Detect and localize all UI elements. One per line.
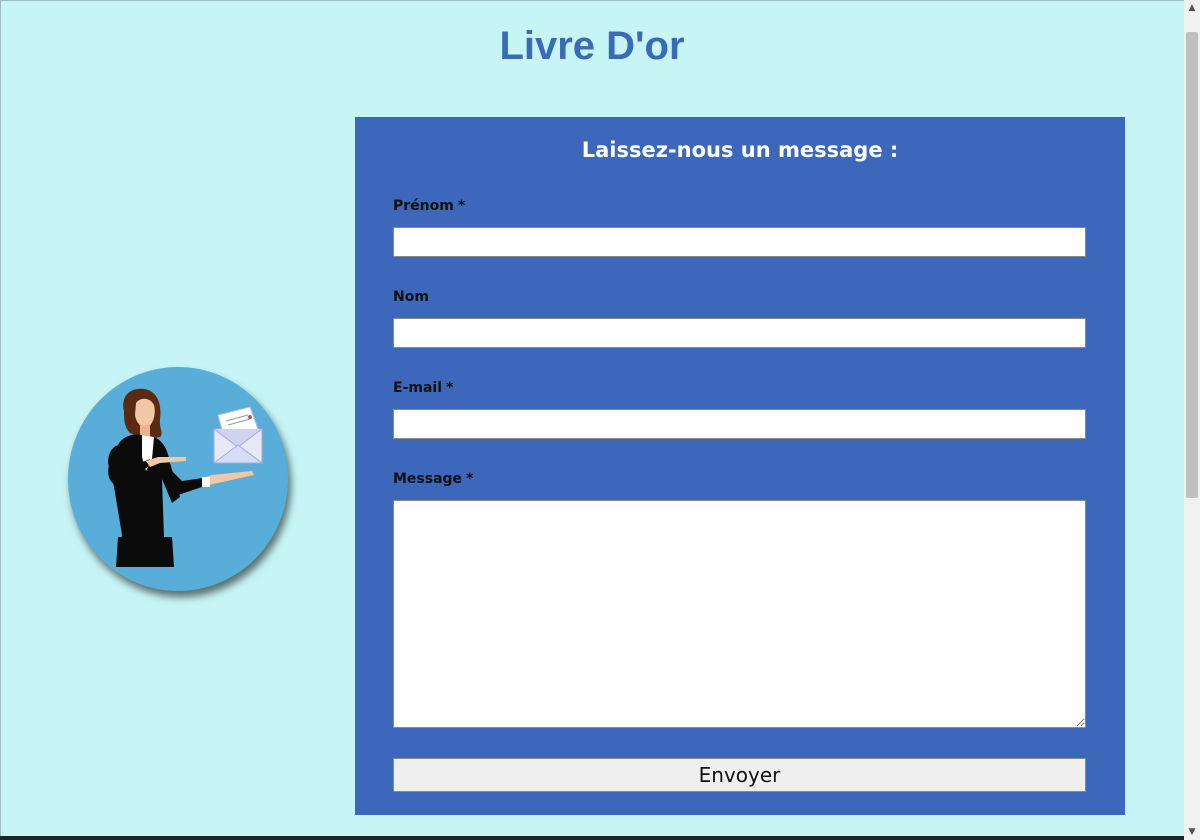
window-bottom-edge: [0, 836, 1184, 840]
firstname-input[interactable]: [393, 227, 1086, 257]
guestbook-form: Laissez-nous un message : Prénom * Nom E-…: [355, 117, 1125, 815]
message-label: Message *: [393, 470, 473, 488]
message-label-text: Message: [393, 471, 463, 487]
firstname-label: Prénom *: [393, 197, 465, 215]
illustration-graphic: [108, 388, 264, 567]
email-label: E-mail *: [393, 379, 453, 397]
form-heading: Laissez-nous un message :: [581, 138, 899, 162]
required-marker: *: [466, 471, 474, 487]
email-label-text: E-mail: [393, 380, 443, 396]
scroll-down-arrow-icon[interactable]: ▼: [1184, 824, 1200, 840]
message-textarea[interactable]: [393, 500, 1086, 728]
required-marker: *: [446, 380, 454, 396]
email-input[interactable]: [393, 409, 1086, 439]
scroll-up-arrow-icon[interactable]: ▲: [1184, 0, 1200, 16]
send-button[interactable]: Envoyer: [393, 758, 1086, 792]
page-title: Livre D'or: [499, 24, 685, 68]
scroll-thumb[interactable]: [1186, 32, 1198, 498]
lastname-label-text: Nom: [393, 289, 429, 305]
required-marker: *: [457, 198, 466, 214]
vertical-scrollbar[interactable]: ▲ ▼: [1184, 0, 1200, 840]
lastname-label: Nom: [393, 288, 433, 306]
firstname-label-text: Prénom: [393, 198, 454, 214]
lastname-input[interactable]: [393, 318, 1086, 348]
businesswoman-envelope-icon: [68, 367, 288, 591]
